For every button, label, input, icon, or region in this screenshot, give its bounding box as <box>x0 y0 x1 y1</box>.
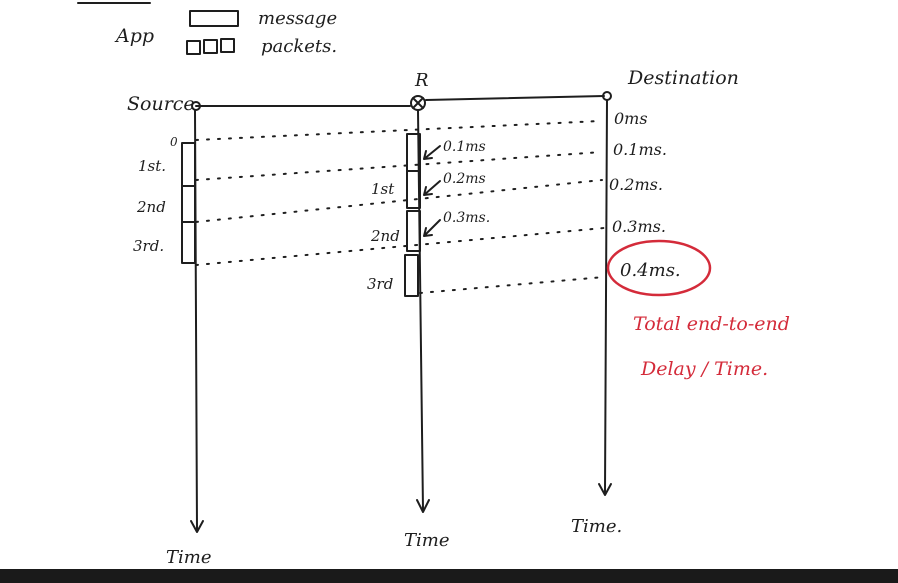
legend-packets-label: packets. <box>261 36 337 57</box>
link-line <box>195 95 605 107</box>
router-delay-1: 0.1ms <box>443 139 486 155</box>
bottom-bar <box>0 569 898 583</box>
timing-line-3 <box>195 227 605 266</box>
timing-line-2 <box>195 179 603 223</box>
annotation-line-2: Delay / Time. <box>640 358 768 380</box>
timing-line-4 <box>419 276 605 294</box>
source-label: Source <box>127 93 195 115</box>
source-packet-3 <box>181 221 196 264</box>
timing-line-1 <box>195 151 603 181</box>
destination-label: Destination <box>627 67 739 89</box>
source-packet-2 <box>181 185 196 223</box>
source-mark-1st: 1st. <box>138 157 166 175</box>
destination-time-2: 0.2ms. <box>609 175 663 194</box>
timing-diagram: App message packets. Source R Destinatio… <box>0 2 898 583</box>
legend-app-label: App <box>114 25 154 47</box>
packet-icon-2 <box>203 39 218 54</box>
source-mark-2nd: 2nd <box>136 198 166 216</box>
source-mark-3rd: 3rd. <box>133 237 164 255</box>
source-packet-1 <box>181 142 196 187</box>
destination-time-4: 0.4ms. <box>620 260 681 281</box>
legend-message-label: message <box>258 8 337 29</box>
timing-line-0 <box>195 120 601 141</box>
annotation-line-1: Total end-to-end <box>633 313 790 335</box>
whiteboard-canvas: App message packets. Source R Destinatio… <box>0 0 898 583</box>
source-mark-0: 0 <box>170 135 178 149</box>
packet-icon-3 <box>220 38 235 53</box>
destination-time-axis <box>604 99 608 493</box>
router-packet-4 <box>404 254 419 297</box>
router-delay-3: 0.3ms. <box>443 210 490 226</box>
source-time-label: Time <box>166 547 211 568</box>
delay-arrow-3 <box>423 219 441 237</box>
router-mark-1st: 1st <box>371 180 395 198</box>
router-time-label: Time <box>404 530 449 551</box>
destination-time-0: 0ms <box>614 109 648 128</box>
delay-arrow-1 <box>423 145 441 160</box>
router-label: R <box>414 70 429 91</box>
destination-time-label: Time. <box>571 516 622 537</box>
router-mark-2nd: 2nd <box>370 227 400 245</box>
router-mark-3rd: 3rd <box>367 275 393 293</box>
destination-time-1: 0.1ms. <box>613 140 667 159</box>
router-delay-2: 0.2ms <box>443 171 486 187</box>
packet-icon-1 <box>186 40 201 55</box>
delay-arrow-2 <box>423 180 441 196</box>
router-node-cross <box>412 97 424 109</box>
destination-time-3: 0.3ms. <box>612 217 666 236</box>
message-icon <box>189 10 239 27</box>
